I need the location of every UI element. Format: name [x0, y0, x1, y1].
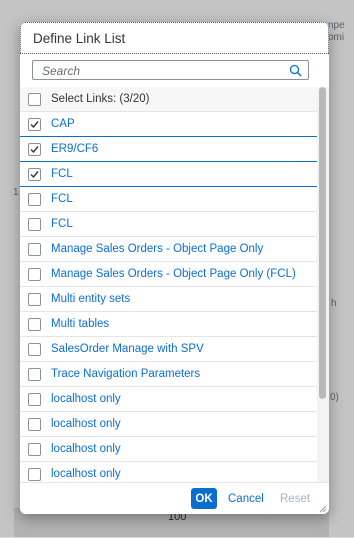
link-checkbox[interactable]: [28, 368, 41, 381]
define-link-list-dialog: Define Link List Search Select Links: (3…: [20, 22, 329, 514]
link-label[interactable]: Manage Sales Orders - Object Page Only: [51, 243, 263, 255]
link-label[interactable]: localhost only: [51, 443, 121, 455]
dialog-title: Define Link List: [33, 31, 126, 46]
list-item[interactable]: localhost only: [20, 462, 317, 482]
link-checkbox[interactable]: [28, 343, 41, 356]
list-item[interactable]: Manage Sales Orders - Object Page Only: [20, 237, 317, 262]
list-item[interactable]: FCL: [20, 212, 317, 237]
select-all-label: Select Links: (3/20): [51, 93, 150, 105]
link-label[interactable]: CAP: [51, 118, 75, 130]
link-checkbox[interactable]: [28, 168, 41, 181]
link-label[interactable]: localhost only: [51, 468, 121, 480]
search-input[interactable]: Search: [42, 64, 80, 78]
reset-button[interactable]: Reset: [276, 488, 314, 509]
list-item[interactable]: FCL: [20, 187, 317, 212]
link-label[interactable]: FCL: [51, 218, 73, 230]
link-checkbox[interactable]: [28, 393, 41, 406]
list-item[interactable]: localhost only: [20, 387, 317, 412]
link-label[interactable]: Multi entity sets: [51, 293, 130, 305]
search-field[interactable]: Search: [32, 60, 309, 80]
link-label[interactable]: ER9/CF6: [51, 143, 98, 155]
link-checkbox[interactable]: [28, 268, 41, 281]
list-item[interactable]: localhost only: [20, 437, 317, 462]
list-item[interactable]: localhost only: [20, 412, 317, 437]
dialog-footer: OK Cancel Reset: [20, 482, 329, 514]
link-checkbox[interactable]: [28, 243, 41, 256]
search-icon[interactable]: [289, 64, 302, 77]
select-all-row[interactable]: Select Links: (3/20): [20, 87, 317, 112]
link-checkbox[interactable]: [28, 193, 41, 206]
ok-button[interactable]: OK: [191, 488, 217, 509]
list-item[interactable]: Trace Navigation Parameters: [20, 362, 317, 387]
link-label[interactable]: FCL: [51, 168, 73, 180]
link-list: Select Links: (3/20) CAP ER9/CF6 FCL FCL FCL…: [20, 87, 317, 482]
link-checkbox[interactable]: [28, 293, 41, 306]
link-checkbox[interactable]: [28, 418, 41, 431]
list-item[interactable]: Manage Sales Orders - Object Page Only (…: [20, 262, 317, 287]
scrollbar-thumb[interactable]: [319, 87, 326, 399]
list-item[interactable]: SalesOrder Manage with SPV: [20, 337, 317, 362]
link-label[interactable]: localhost only: [51, 418, 121, 430]
link-checkbox[interactable]: [28, 118, 41, 131]
dialog-header[interactable]: Define Link List: [20, 22, 329, 54]
link-checkbox[interactable]: [28, 218, 41, 231]
link-label[interactable]: Trace Navigation Parameters: [51, 368, 200, 380]
link-label[interactable]: localhost only: [51, 393, 121, 405]
cancel-button[interactable]: Cancel: [224, 488, 268, 509]
link-checkbox[interactable]: [28, 443, 41, 456]
link-checkbox[interactable]: [28, 468, 41, 481]
list-item[interactable]: ER9/CF6: [20, 137, 317, 162]
link-label[interactable]: Manage Sales Orders - Object Page Only (…: [51, 268, 296, 280]
list-item[interactable]: CAP: [20, 112, 317, 137]
link-checkbox[interactable]: [28, 143, 41, 156]
list-item[interactable]: Multi tables: [20, 312, 317, 337]
link-label[interactable]: Multi tables: [51, 318, 109, 330]
link-checkbox[interactable]: [28, 318, 41, 331]
link-label[interactable]: FCL: [51, 193, 73, 205]
link-label[interactable]: SalesOrder Manage with SPV: [51, 343, 204, 355]
list-item[interactable]: FCL: [20, 162, 317, 187]
list-scrollbar[interactable]: [317, 87, 329, 482]
select-all-checkbox[interactable]: [28, 93, 41, 106]
resize-handle-icon[interactable]: [319, 505, 327, 513]
list-item[interactable]: Multi entity sets: [20, 287, 317, 312]
